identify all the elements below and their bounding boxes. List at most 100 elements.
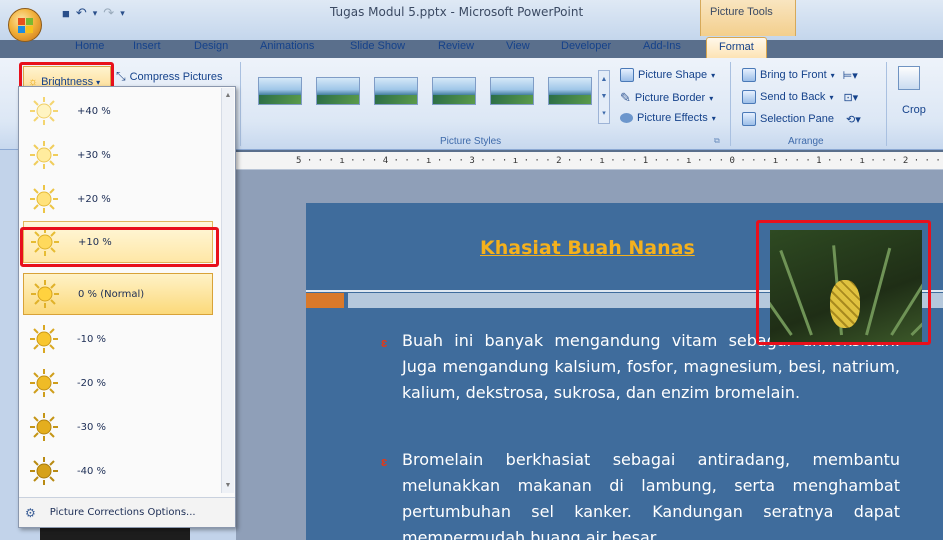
picture-style-thumb[interactable] bbox=[432, 77, 476, 105]
bring-to-front-label: Bring to Front bbox=[760, 69, 827, 81]
group-separator bbox=[730, 62, 731, 146]
brightness-option[interactable]: +20 % bbox=[23, 178, 213, 220]
sun-icon bbox=[31, 280, 59, 308]
slide-thumbnail[interactable] bbox=[40, 528, 190, 540]
sun-icon bbox=[30, 185, 58, 213]
group-separator bbox=[240, 62, 241, 146]
brightness-option[interactable]: -20 % bbox=[23, 362, 213, 404]
brightness-option[interactable]: -30 % bbox=[23, 406, 213, 448]
tab-review[interactable]: Review bbox=[438, 40, 474, 52]
picture-shape-label: Picture Shape bbox=[638, 69, 708, 81]
tab-developer[interactable]: Developer bbox=[561, 40, 611, 52]
arrange-group-label: Arrange bbox=[788, 136, 824, 147]
send-back-icon bbox=[742, 90, 756, 104]
picture-shape-button[interactable]: Picture Shape ▾ bbox=[620, 68, 715, 82]
undo-dropdown-icon[interactable]: ▾ bbox=[93, 8, 98, 19]
compress-pictures-button[interactable]: ⤡ Compress Pictures bbox=[116, 69, 223, 84]
brightness-option-selected[interactable]: 0 % (Normal) bbox=[23, 273, 213, 315]
corrections-icon: ⚙ bbox=[25, 505, 36, 520]
picture-effects-label: Picture Effects bbox=[637, 112, 708, 124]
brightness-option[interactable]: +40 % bbox=[23, 90, 213, 132]
option-label: -30 % bbox=[77, 421, 107, 433]
chevron-down-icon: ▾ bbox=[711, 113, 716, 123]
option-label: +30 % bbox=[77, 149, 111, 161]
group-separator bbox=[886, 62, 887, 146]
rotate-icon[interactable]: ⟲▾ bbox=[846, 113, 861, 126]
option-label: -40 % bbox=[77, 465, 107, 477]
group-icon[interactable]: ⊡▾ bbox=[843, 91, 858, 104]
option-label: -10 % bbox=[77, 333, 107, 345]
office-button[interactable] bbox=[8, 8, 42, 42]
selection-pane-label: Selection Pane bbox=[760, 113, 834, 125]
dialog-launcher-icon[interactable]: ⧉ bbox=[714, 136, 720, 146]
quick-access-toolbar: ■ ↶ ▾ ↷ ▾ bbox=[62, 3, 125, 23]
picture-corrections-options[interactable]: ⚙ Picture Corrections Options... bbox=[19, 497, 235, 527]
bring-front-icon bbox=[742, 68, 756, 82]
picture-border-button[interactable]: ✎ Picture Border ▾ bbox=[620, 90, 713, 106]
align-icon[interactable]: ⊨▾ bbox=[843, 69, 858, 82]
highlight-plus-10 bbox=[20, 227, 219, 267]
horizontal-ruler: 5 · · · ı · · · 4 · · · ı · · · 3 · · · … bbox=[236, 152, 943, 170]
accent-bar-orange bbox=[306, 293, 344, 308]
picture-style-thumb[interactable] bbox=[258, 77, 302, 105]
crop-icon[interactable] bbox=[898, 66, 920, 90]
tab-home[interactable]: Home bbox=[75, 40, 104, 52]
brightness-option[interactable]: -40 % bbox=[23, 450, 213, 492]
shape-icon bbox=[620, 68, 634, 82]
picture-tools-label: Picture Tools bbox=[710, 6, 773, 18]
picture-style-thumb[interactable] bbox=[316, 77, 360, 105]
highlight-picture bbox=[756, 220, 931, 345]
tab-slide-show[interactable]: Slide Show bbox=[350, 40, 405, 52]
bullet-paragraph-2[interactable]: Bromelain berkhasiat sebagai antiradang,… bbox=[402, 447, 900, 540]
undo-icon[interactable]: ↶ bbox=[76, 5, 87, 21]
sun-icon bbox=[30, 97, 58, 125]
corrections-label: Picture Corrections Options... bbox=[49, 507, 196, 518]
customize-qat-icon[interactable]: ▾ bbox=[120, 8, 125, 19]
send-to-back-button[interactable]: Send to Back ▾ ⊡▾ bbox=[742, 90, 858, 104]
menu-scrollbar[interactable]: ▲ ▼ bbox=[221, 88, 234, 493]
tab-format[interactable]: Format bbox=[706, 37, 767, 58]
picture-style-thumb[interactable] bbox=[490, 77, 534, 105]
brightness-option[interactable]: +30 % bbox=[23, 134, 213, 176]
picture-effects-button[interactable]: Picture Effects ▾ bbox=[620, 112, 716, 124]
scroll-up-icon[interactable]: ▲ bbox=[222, 92, 234, 99]
slide-title[interactable]: Khasiat Buah Nanas bbox=[480, 237, 695, 259]
sun-icon bbox=[30, 457, 58, 485]
picture-style-thumb[interactable] bbox=[374, 77, 418, 105]
gallery-scroll[interactable]: ▲ ▼ ▾ bbox=[598, 70, 610, 124]
brightness-menu: ▲ ▼ +40 % +30 % +20 % +10 % 0 % (Normal)… bbox=[18, 86, 236, 528]
picture-border-label: Picture Border bbox=[634, 92, 706, 104]
sun-icon bbox=[30, 325, 58, 353]
bullet-icon: ɛ bbox=[381, 454, 388, 469]
picture-style-thumb[interactable] bbox=[548, 77, 592, 105]
chevron-down-icon: ▾ bbox=[830, 70, 835, 80]
chevron-down-icon: ▾ bbox=[709, 93, 714, 103]
tab-design[interactable]: Design bbox=[194, 40, 228, 52]
save-icon[interactable]: ■ bbox=[62, 6, 70, 21]
brightness-option[interactable]: -10 % bbox=[23, 318, 213, 360]
option-label: 0 % (Normal) bbox=[78, 288, 145, 300]
window-title: Tugas Modul 5.pptx - Microsoft PowerPoin… bbox=[330, 5, 584, 19]
selection-pane-icon bbox=[742, 112, 756, 126]
option-label: +20 % bbox=[77, 193, 111, 205]
redo-icon[interactable]: ↷ bbox=[103, 5, 114, 21]
bullet-icon: ɛ bbox=[381, 335, 388, 350]
picture-styles-group-label: Picture Styles bbox=[440, 136, 502, 147]
crop-label[interactable]: Crop bbox=[902, 104, 926, 116]
bring-to-front-button[interactable]: Bring to Front ▾ ⊨▾ bbox=[742, 68, 858, 82]
chevron-down-icon: ▾ bbox=[711, 70, 716, 80]
sun-icon bbox=[30, 413, 58, 441]
scroll-down-icon[interactable]: ▼ bbox=[222, 482, 234, 489]
ribbon-tabs: Home Insert Design Animations Slide Show… bbox=[0, 36, 943, 58]
selection-pane-button[interactable]: Selection Pane ⟲▾ bbox=[742, 112, 861, 126]
tab-view[interactable]: View bbox=[506, 40, 530, 52]
chevron-down-icon: ▾ bbox=[829, 92, 834, 102]
option-label: -20 % bbox=[77, 377, 107, 389]
compress-label: Compress Pictures bbox=[129, 70, 223, 83]
effects-icon bbox=[620, 113, 633, 123]
tab-insert[interactable]: Insert bbox=[133, 40, 161, 52]
compress-icon: ⤡ bbox=[116, 69, 126, 83]
tab-add-ins[interactable]: Add-Ins bbox=[643, 40, 681, 52]
option-label: +40 % bbox=[77, 105, 111, 117]
tab-animations[interactable]: Animations bbox=[260, 40, 314, 52]
